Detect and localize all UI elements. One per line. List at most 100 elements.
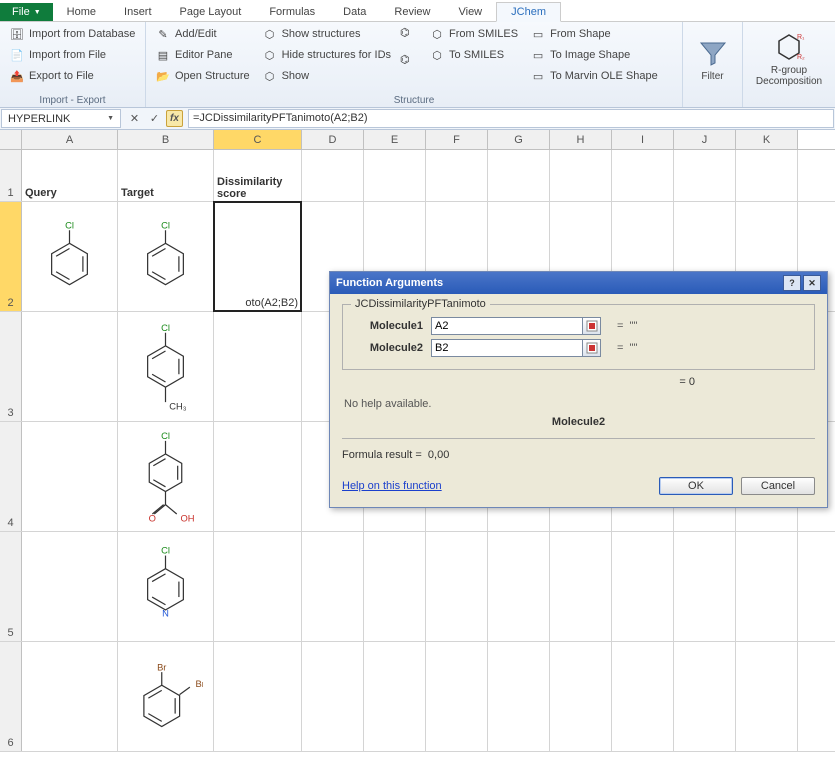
benzene-icon[interactable]: ⌬ [400, 26, 420, 46]
cell-I6[interactable] [612, 642, 674, 751]
name-box[interactable]: HYPERLINK▼ [1, 109, 121, 128]
editor-pane-button[interactable]: ▤Editor Pane [152, 45, 253, 65]
cell-H5[interactable] [550, 532, 612, 641]
cell-A6[interactable] [22, 642, 118, 751]
cell-F5[interactable] [426, 532, 488, 641]
cell-B4[interactable]: ClOOH [118, 422, 214, 531]
tab-formulas[interactable]: Formulas [255, 3, 329, 21]
cell-K1[interactable] [736, 150, 798, 201]
to-image-shape-button[interactable]: ▭To Image Shape [527, 45, 661, 65]
row-header-5[interactable]: 5 [0, 532, 22, 641]
cancel-button[interactable]: Cancel [741, 477, 815, 495]
open-structure-button[interactable]: 📂Open Structure [152, 66, 253, 86]
cell-J1[interactable] [674, 150, 736, 201]
range-select-button-1[interactable] [583, 317, 601, 335]
cell-H6[interactable] [550, 642, 612, 751]
molecule2-input[interactable] [431, 339, 583, 357]
cell-G5[interactable] [488, 532, 550, 641]
cell-C1[interactable]: Dissimilarityscore [214, 150, 302, 202]
col-header-f[interactable]: F [426, 130, 488, 149]
col-header-e[interactable]: E [364, 130, 426, 149]
accept-formula-icon[interactable]: ✓ [146, 110, 163, 127]
cell-J5[interactable] [674, 532, 736, 641]
filter-button[interactable]: Filter [689, 24, 736, 94]
add-edit-button[interactable]: ✎Add/Edit [152, 24, 253, 44]
cell-C5[interactable] [214, 532, 302, 641]
cell-B6[interactable]: BrBr [118, 642, 214, 751]
cell-I5[interactable] [612, 532, 674, 641]
cell-C2[interactable]: oto(A2;B2) [214, 202, 302, 311]
dialog-titlebar[interactable]: Function Arguments ? ✕ [330, 272, 827, 294]
cancel-formula-icon[interactable]: ✕ [126, 110, 143, 127]
r-group-decomposition-button[interactable]: R₁R₂ R-group Decomposition [749, 24, 829, 94]
cell-I1[interactable] [612, 150, 674, 201]
chevron-down-icon[interactable]: ▼ [107, 115, 114, 122]
hide-structures-button[interactable]: ⬡Hide structures for IDs [259, 45, 394, 65]
col-header-d[interactable]: D [302, 130, 364, 149]
cell-C6[interactable] [214, 642, 302, 751]
col-header-j[interactable]: J [674, 130, 736, 149]
tab-file[interactable]: File▼ [0, 3, 53, 21]
cell-E6[interactable] [364, 642, 426, 751]
col-header-g[interactable]: G [488, 130, 550, 149]
cell-B1[interactable]: Target [118, 150, 214, 201]
formula-input[interactable]: =JCDissimilarityPFTanimoto(A2;B2) [188, 109, 834, 128]
show-structures-button[interactable]: ⬡Show structures [259, 24, 394, 44]
dialog-help-button[interactable]: ? [783, 275, 801, 291]
cell-G1[interactable] [488, 150, 550, 201]
ok-button[interactable]: OK [659, 477, 733, 495]
col-header-h[interactable]: H [550, 130, 612, 149]
cell-F6[interactable] [426, 642, 488, 751]
row-header-3[interactable]: 3 [0, 312, 22, 421]
from-shape-button[interactable]: ▭From Shape [527, 24, 661, 44]
export-to-file-button[interactable]: 📤Export to File [6, 66, 138, 86]
col-header-i[interactable]: I [612, 130, 674, 149]
tab-data[interactable]: Data [329, 3, 380, 21]
import-from-file-button[interactable]: 📄Import from File [6, 45, 138, 65]
col-header-b[interactable]: B [118, 130, 214, 149]
cell-G6[interactable] [488, 642, 550, 751]
cell-K5[interactable] [736, 532, 798, 641]
cell-A1[interactable]: Query [22, 150, 118, 201]
dialog-close-button[interactable]: ✕ [803, 275, 821, 291]
row-header-6[interactable]: 6 [0, 642, 22, 751]
cell-C3[interactable] [214, 312, 302, 421]
cell-F1[interactable] [426, 150, 488, 201]
row-header-4[interactable]: 4 [0, 422, 22, 531]
tab-view[interactable]: View [444, 3, 496, 21]
cell-B5[interactable]: ClN [118, 532, 214, 641]
tab-insert[interactable]: Insert [110, 3, 166, 21]
cell-A5[interactable] [22, 532, 118, 641]
cell-A4[interactable] [22, 422, 118, 531]
tab-home[interactable]: Home [53, 3, 110, 21]
tab-jchem[interactable]: JChem [496, 2, 561, 22]
cell-E5[interactable] [364, 532, 426, 641]
molecule1-input[interactable] [431, 317, 583, 335]
from-smiles-button[interactable]: ⬡From SMILES [426, 24, 521, 44]
range-select-button-2[interactable] [583, 339, 601, 357]
col-header-k[interactable]: K [736, 130, 798, 149]
select-all-corner[interactable] [0, 130, 22, 149]
to-marvin-button[interactable]: ▭To Marvin OLE Shape [527, 66, 661, 86]
cell-A3[interactable] [22, 312, 118, 421]
help-link[interactable]: Help on this function [342, 480, 442, 492]
benzene-arrow-icon[interactable]: ⌬ [400, 53, 420, 73]
col-header-c[interactable]: C [214, 130, 302, 149]
row-header-1[interactable]: 1 [0, 150, 22, 201]
show-button[interactable]: ⬡Show [259, 66, 394, 86]
col-header-a[interactable]: A [22, 130, 118, 149]
cell-B2[interactable]: Cl [118, 202, 214, 311]
to-smiles-button[interactable]: ⬡To SMILES [426, 45, 521, 65]
cell-B3[interactable]: ClCH₃ [118, 312, 214, 421]
cell-H1[interactable] [550, 150, 612, 201]
fx-icon[interactable]: fx [166, 110, 183, 127]
tab-review[interactable]: Review [380, 3, 444, 21]
cell-A2[interactable]: Cl [22, 202, 118, 311]
import-from-database-button[interactable]: 🗄Import from Database [6, 24, 138, 44]
cell-D5[interactable] [302, 532, 364, 641]
cell-K6[interactable] [736, 642, 798, 751]
cell-D6[interactable] [302, 642, 364, 751]
cell-E1[interactable] [364, 150, 426, 201]
cell-J6[interactable] [674, 642, 736, 751]
tab-page-layout[interactable]: Page Layout [166, 3, 256, 21]
